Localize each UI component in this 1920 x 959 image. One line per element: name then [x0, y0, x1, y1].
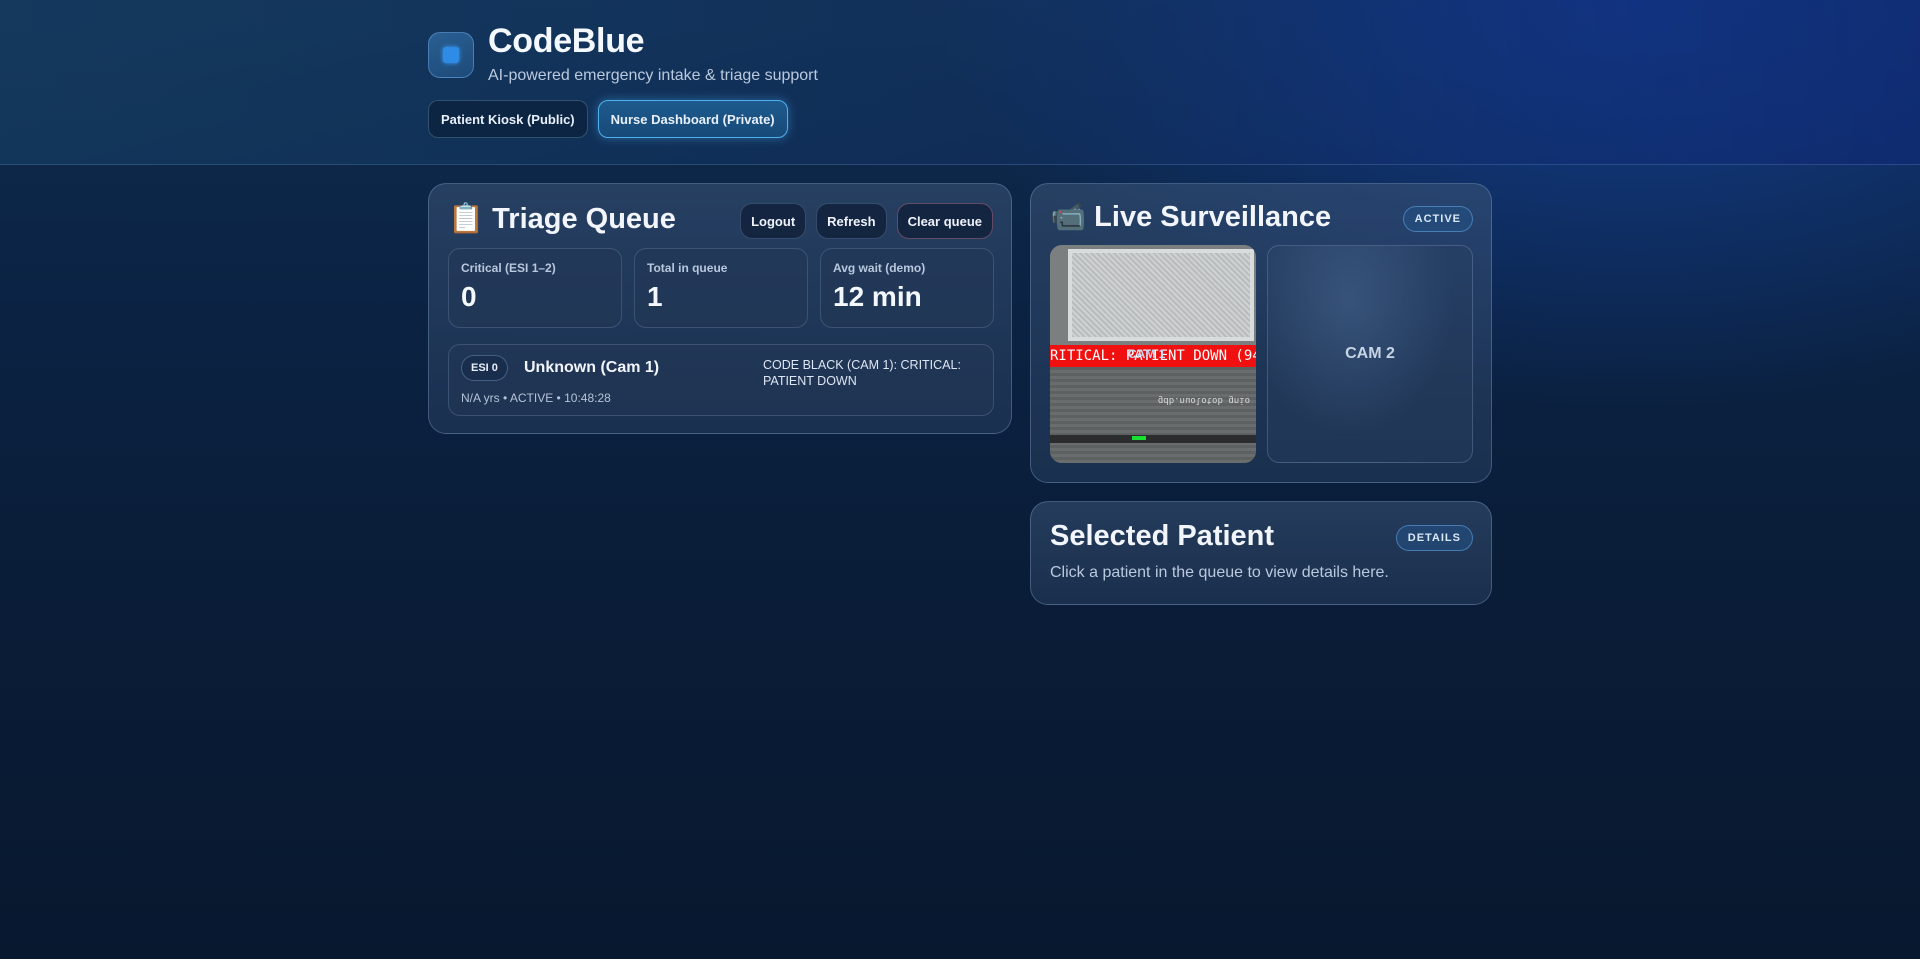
camera-feed-2[interactable]: CAM 2	[1267, 245, 1473, 463]
app-logo-icon	[428, 32, 474, 78]
tab-nurse-dashboard[interactable]: Nurse Dashboard (Private)	[597, 100, 788, 138]
triage-queue-title-text: Triage Queue	[492, 203, 676, 235]
app-subtitle: AI-powered emergency intake & triage sup…	[488, 67, 818, 84]
video-camera-icon: 📹	[1050, 201, 1087, 233]
camera-label: CAM 1	[1128, 347, 1166, 361]
detection-marker	[1132, 436, 1146, 440]
stat-value: 12 min	[833, 281, 922, 312]
clipboard-icon: 📋	[448, 203, 485, 235]
feed-window	[1068, 249, 1254, 341]
queue-item[interactable]: ESI 0 Unknown (Cam 1) N/A yrs • ACTIVE •…	[448, 344, 994, 416]
camera-label: CAM 2	[1345, 345, 1395, 362]
clear-queue-button[interactable]: Clear queue	[896, 203, 993, 239]
selected-patient-title: Selected Patient	[1050, 520, 1275, 552]
esi-badge: ESI 0	[461, 355, 508, 381]
stat-label: Critical (ESI 1–2)	[461, 261, 556, 275]
view-tabs: Patient Kiosk (Public) Nurse Dashboard (…	[428, 100, 788, 138]
patient-meta: N/A yrs • ACTIVE • 10:48:28	[461, 391, 611, 405]
feed-upper-scene	[1050, 245, 1256, 345]
stat-avg-wait: Avg wait (demo) 12 min	[820, 248, 994, 328]
stat-value: 0	[461, 281, 477, 312]
stat-label: Avg wait (demo)	[833, 261, 926, 275]
feed-lower-scene: gdb.nuolotob gnio	[1050, 367, 1256, 463]
surveillance-title: 📹 Live Surveillance	[1050, 200, 1331, 234]
live-surveillance-card: 📹 Live Surveillance ACTIVE RITICAL: PATI…	[1030, 183, 1492, 483]
patient-name: Unknown (Cam 1)	[524, 359, 660, 376]
queue-actions: Logout Refresh Clear queue	[740, 203, 993, 239]
brand: CodeBlue AI-powered emergency intake & t…	[428, 22, 818, 85]
stat-value: 1	[647, 281, 663, 312]
top-bar: CodeBlue AI-powered emergency intake & t…	[0, 0, 1920, 165]
status-badge: ACTIVE	[1402, 206, 1473, 232]
triage-queue-card: 📋 Triage Queue Logout Refresh Clear queu…	[428, 183, 1012, 434]
details-badge: DETAILS	[1395, 525, 1473, 551]
stat-critical: Critical (ESI 1–2) 0	[448, 248, 622, 328]
stat-total: Total in queue 1	[634, 248, 808, 328]
feed-ledge	[1050, 435, 1256, 443]
feed-text: gdb.nuolotob gnio	[1157, 395, 1250, 405]
selected-patient-placeholder: Click a patient in the queue to view det…	[1050, 564, 1389, 581]
triage-queue-title: 📋 Triage Queue	[448, 202, 676, 236]
refresh-button[interactable]: Refresh	[816, 203, 887, 239]
selected-patient-card: Selected Patient DETAILS Click a patient…	[1030, 501, 1492, 605]
camera-feed-1[interactable]: RITICAL: PATIENT DOWN (94% CAM 1 gdb.nuo…	[1050, 245, 1256, 463]
logout-button[interactable]: Logout	[740, 203, 807, 239]
surveillance-title-text: Live Surveillance	[1094, 201, 1332, 233]
app-title: CodeBlue	[488, 22, 645, 60]
patient-alert: CODE BLACK (CAM 1): CRITICAL: PATIENT DO…	[763, 358, 961, 388]
tab-patient-kiosk[interactable]: Patient Kiosk (Public)	[428, 100, 588, 138]
stat-label: Total in queue	[647, 261, 728, 275]
